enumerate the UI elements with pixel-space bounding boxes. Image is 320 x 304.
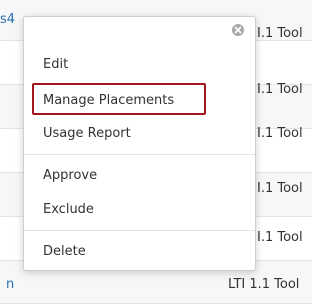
- row-type-text: I.1 Tool: [257, 126, 303, 141]
- menu-item-manage-placements[interactable]: Manage Placements: [43, 93, 174, 109]
- row-type-text: I.1 Tool: [257, 82, 303, 97]
- row-type-text: LTI 1.1 Tool: [228, 277, 300, 292]
- menu-item-usage-report[interactable]: Usage Report: [43, 126, 131, 142]
- menu-item-approve[interactable]: Approve: [43, 168, 97, 184]
- menu-item-exclude[interactable]: Exclude: [43, 202, 94, 218]
- menu-item-delete[interactable]: Delete: [43, 244, 86, 260]
- row-type-text: I.1 Tool: [257, 230, 303, 245]
- menu-divider: [24, 230, 255, 231]
- close-circle-icon[interactable]: [232, 24, 244, 36]
- row-type-text: I.1 Tool: [257, 26, 303, 41]
- row-name-fragment[interactable]: s4: [0, 12, 15, 28]
- actions-menu: Edit Manage Placements Usage Report Appr…: [23, 16, 256, 271]
- menu-divider: [24, 154, 255, 155]
- menu-item-edit[interactable]: Edit: [43, 57, 68, 73]
- row-name-fragment[interactable]: n: [6, 277, 14, 293]
- row-type-text: I.1 Tool: [257, 181, 303, 196]
